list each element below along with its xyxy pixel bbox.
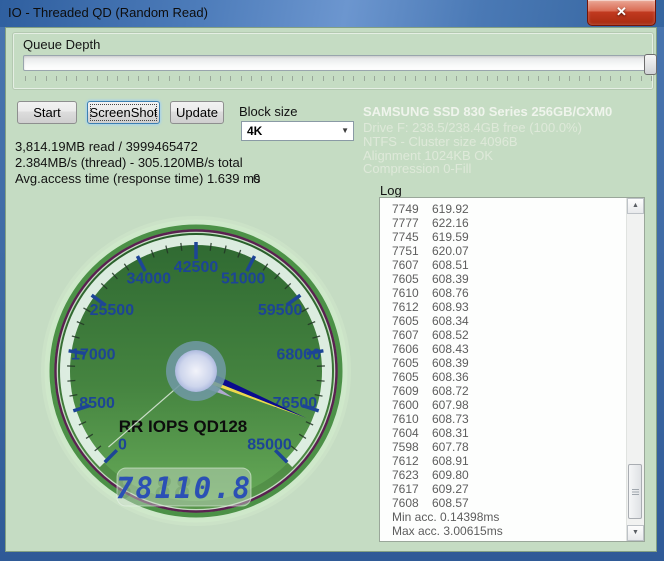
log-row: 7745619.59	[380, 230, 620, 244]
drive-model: SAMSUNG SSD 830 Series 256GB/CXM0	[363, 104, 612, 119]
scroll-down-icon: ▼	[632, 529, 639, 536]
title-bar: IO - Threaded QD (Random Read)	[0, 0, 664, 27]
queue-depth-label: Queue Depth	[23, 37, 100, 52]
log-row: 7610608.76	[380, 286, 620, 300]
log-row: 7598607.78	[380, 440, 620, 454]
stat-throughput: 2.384MB/s (thread) - 305.120MB/s total	[15, 155, 243, 170]
drive-compression: Compression 0-Fill	[363, 161, 471, 176]
log-panel[interactable]: 7749619.927777622.167745619.597751620.07…	[379, 197, 645, 542]
block-size-label: Block size	[239, 104, 298, 119]
gauge-tick-label: 17000	[71, 347, 116, 364]
gauge-tick-label: 25500	[90, 302, 135, 319]
log-row: 7607608.51	[380, 258, 620, 272]
gauge-tick-label: 34000	[127, 270, 172, 287]
gauge-tick-label: 8500	[79, 395, 115, 412]
close-button[interactable]: ✕	[587, 0, 656, 26]
log-row: 7612608.93	[380, 300, 620, 314]
drive-capacity: Drive F: 238.5/238.4GB free (100.0%)	[363, 120, 582, 135]
log-row: 7623609.80	[380, 468, 620, 482]
io-counter: 0	[253, 171, 260, 186]
log-row: 7608608.57	[380, 496, 620, 510]
gauge-tick-label: 42500	[174, 259, 219, 276]
log-row: 7612608.91	[380, 454, 620, 468]
gauge-tick-label: 68000	[276, 347, 321, 364]
scroll-up-button[interactable]: ▲	[627, 198, 644, 214]
log-row: 7605608.39	[380, 272, 620, 286]
log-row: 7605608.39	[380, 356, 620, 370]
dropdown-arrow-icon: ▼	[341, 126, 349, 135]
scrollbar-grip-icon	[632, 489, 639, 495]
queue-depth-slider[interactable]	[23, 55, 651, 71]
log-label: Log	[380, 183, 402, 198]
log-row: 7617609.27	[380, 482, 620, 496]
block-size-value: 4K	[247, 124, 262, 138]
log-row: 7751620.07	[380, 244, 620, 258]
log-footer-row: Min acc. 0.14398ms	[380, 510, 620, 524]
log-row: 7749619.92	[380, 202, 620, 216]
gauge-minor-tick	[317, 380, 325, 381]
log-row: 7777622.16	[380, 216, 620, 230]
scroll-down-button[interactable]: ▼	[627, 525, 644, 541]
start-button[interactable]: Start	[17, 101, 77, 124]
log-footer-row: Max acc. 3.00615ms	[380, 524, 620, 538]
client-area: Queue Depth Start ScreenShot Update Bloc…	[5, 27, 657, 552]
iops-gauge: 0 8500 17000 25500 340004250051000 59500 68000…	[41, 205, 361, 545]
log-scrollbar[interactable]: ▲ ▼	[626, 198, 644, 541]
scroll-up-icon: ▲	[632, 202, 639, 209]
window-title: IO - Threaded QD (Random Read)	[8, 5, 208, 20]
update-button[interactable]: Update	[170, 101, 224, 124]
stat-access-time: Avg.access time (response time) 1.639 ms	[15, 171, 260, 186]
gauge-tick-label: 0	[118, 437, 127, 454]
gauge-tick-label: 59500	[258, 302, 303, 319]
gauge-tick-label: 51000	[221, 270, 266, 287]
screenshot-button[interactable]: ScreenShot	[87, 101, 160, 124]
gauge-display-value: 78110.8	[116, 471, 252, 505]
gauge-minor-tick	[67, 380, 75, 381]
gauge-title: RR IOPS QD128	[119, 417, 248, 436]
log-row: 7609608.72	[380, 384, 620, 398]
log-row: 7610608.73	[380, 412, 620, 426]
log-row: 7607608.52	[380, 328, 620, 342]
log-row: 7605608.36	[380, 370, 620, 384]
slider-ticks	[25, 76, 653, 82]
log-row: 7604608.31	[380, 426, 620, 440]
log-row: 7600607.98	[380, 398, 620, 412]
log-rows: 7749619.927777622.167745619.597751620.07…	[380, 202, 620, 538]
close-icon: ✕	[616, 4, 627, 19]
log-row: 7605608.34	[380, 314, 620, 328]
queue-depth-slider-thumb[interactable]	[644, 54, 657, 75]
block-size-select[interactable]: 4K ▼	[241, 121, 354, 141]
queue-depth-group: Queue Depth	[12, 32, 654, 90]
gauge-tick-label: 76500	[273, 395, 318, 412]
log-row: 7606608.43	[380, 342, 620, 356]
scrollbar-thumb[interactable]	[628, 464, 642, 519]
gauge-tick-label: 85000	[247, 437, 292, 454]
stat-read-total: 3,814.19MB read / 3999465472	[15, 139, 198, 154]
